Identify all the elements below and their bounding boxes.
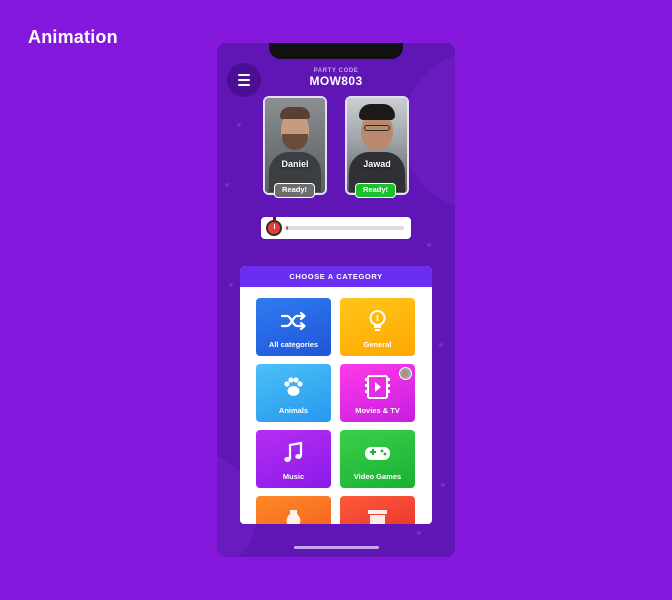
timer-progress-track [286, 226, 404, 230]
category-movies-tv[interactable]: Movies & TV [340, 364, 415, 422]
music-note-icon [284, 441, 303, 462]
vase-icon [286, 510, 301, 524]
category-label: Video Games [353, 472, 402, 481]
home-indicator[interactable] [294, 546, 379, 549]
category-label: Music [282, 472, 305, 481]
category-tile-partial[interactable] [340, 496, 415, 524]
player-video-jawad: Jawad [345, 96, 409, 195]
category-music[interactable]: Music [256, 430, 331, 488]
video-person-hair [280, 107, 310, 119]
category-all-categories[interactable]: All categories [256, 298, 331, 356]
background-dot [417, 531, 421, 535]
background-dot [229, 283, 233, 287]
shuffle-icon [280, 311, 306, 331]
category-video-games[interactable]: Video Games [340, 430, 415, 488]
player-name: Daniel [281, 159, 309, 169]
building-icon [368, 510, 387, 524]
category-label: Movies & TV [355, 406, 400, 415]
category-label: General [363, 340, 392, 349]
ready-badge-jawad: Ready! [355, 183, 396, 198]
background-dot [225, 183, 229, 187]
gamepad-icon [365, 447, 390, 460]
player-video-daniel: Daniel [263, 96, 327, 195]
category-label: Animals [278, 406, 309, 415]
video-person-glasses [364, 125, 390, 131]
player-vote-avatar [399, 367, 412, 380]
page-label: Animation [28, 27, 118, 47]
stopwatch-icon [266, 217, 282, 236]
category-general[interactable]: General [340, 298, 415, 356]
paw-icon [284, 377, 303, 396]
category-panel-title: CHOOSE A CATEGORY [240, 266, 432, 287]
device-notch [269, 43, 403, 59]
timer-progress-fill [286, 226, 289, 230]
film-play-icon [365, 375, 390, 399]
timer-bar [261, 217, 411, 239]
category-label: All categories [268, 340, 319, 349]
category-animals[interactable]: Animals [256, 364, 331, 422]
video-person-hair [359, 104, 395, 120]
background-dot [439, 343, 443, 347]
ready-badge-daniel: Ready! [274, 183, 315, 198]
party-code: MOW803 [309, 74, 363, 88]
category-panel: CHOOSE A CATEGORY All categories General [240, 266, 432, 524]
background-dot [237, 123, 241, 127]
phone-screen: PARTY CODE MOW803 Daniel Ready! Jawad Re… [217, 43, 455, 557]
lightbulb-icon [369, 310, 386, 331]
background-dot [427, 243, 431, 247]
category-tile-partial[interactable] [256, 496, 331, 524]
player-name: Jawad [363, 159, 391, 169]
background-dot [441, 483, 445, 487]
